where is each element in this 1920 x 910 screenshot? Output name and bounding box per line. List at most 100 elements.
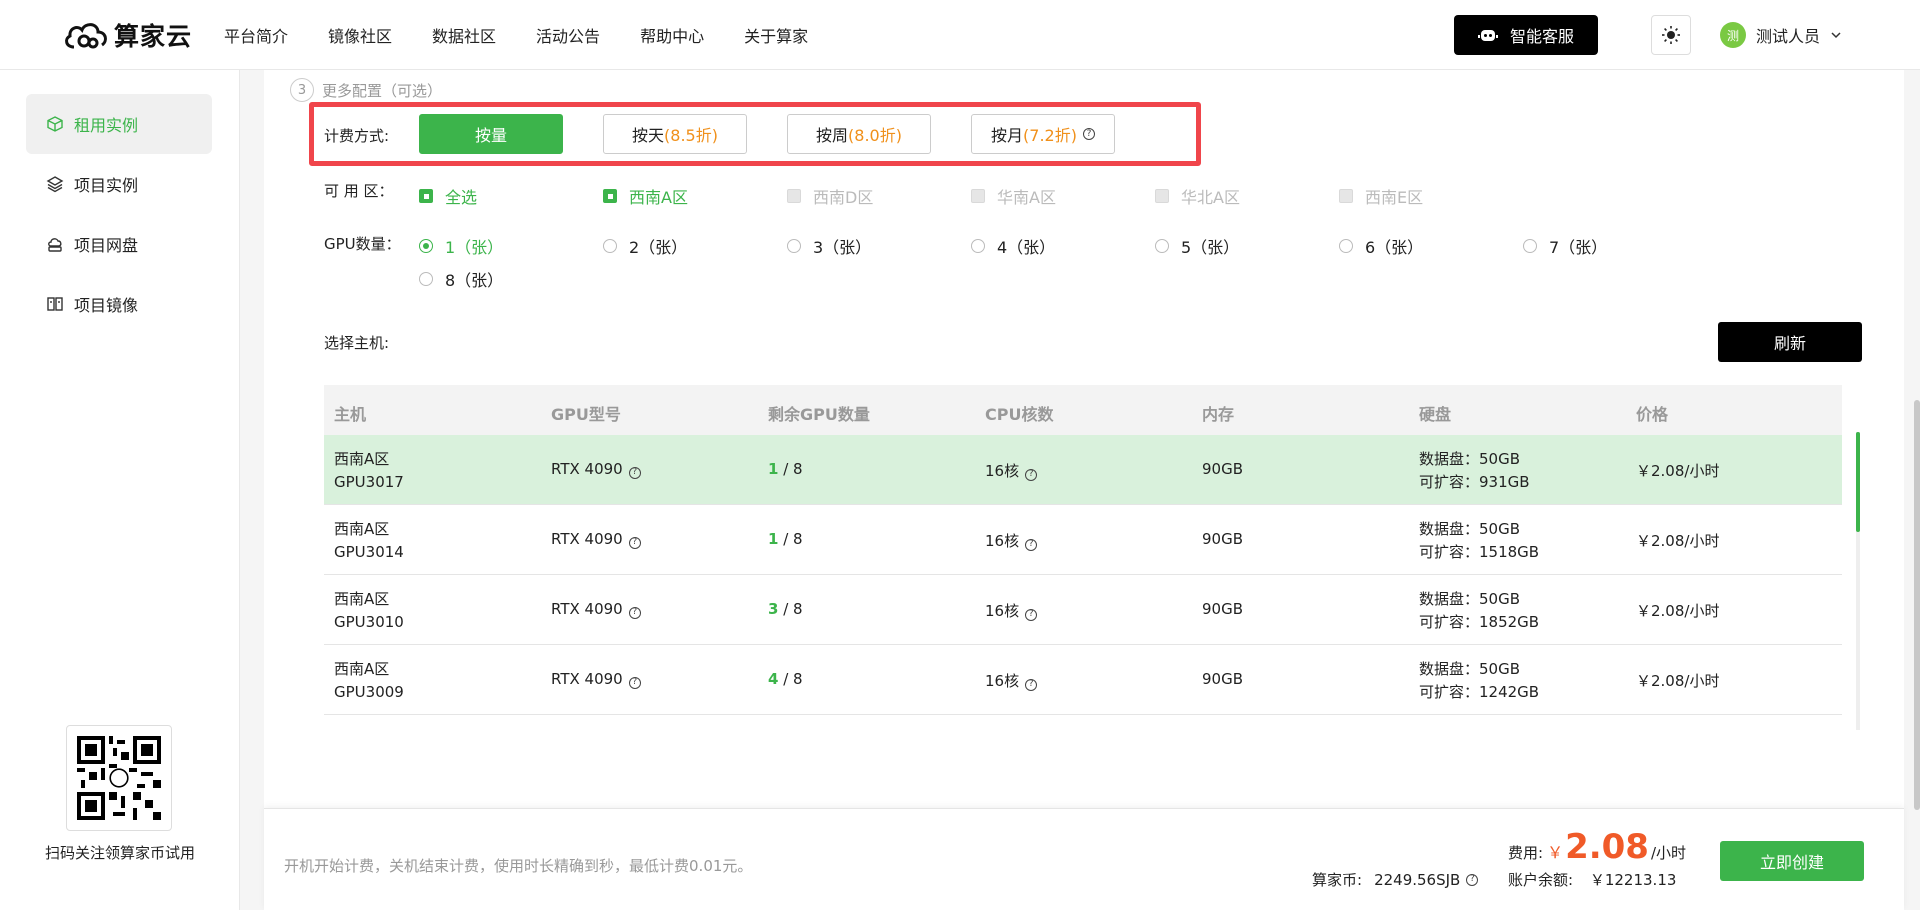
expandable-disk: 可扩容：931GB <box>1419 473 1530 491</box>
nav-platform-intro[interactable]: 平台简介 <box>224 23 288 47</box>
smart-service-label: 智能客服 <box>1509 27 1574 46</box>
host-cell: 西南A区 GPU3010 <box>334 588 404 634</box>
top-header: 算家云 平台简介 镜像社区 数据社区 活动公告 帮助中心 关于算家 智能客服 测… <box>0 0 1920 70</box>
host-cell: 西南A区 GPU3014 <box>334 518 404 564</box>
billing-option-usage[interactable]: 按量 <box>419 114 563 154</box>
chevron-down-icon <box>1831 32 1841 39</box>
gpu-count-2[interactable]: 2（张） <box>603 234 687 258</box>
table-row[interactable]: 西南A区 GPU3010 RTX 4090? 3 / 8 16核? 90GB 数据盘：50G… <box>324 575 1842 645</box>
nav-data-community[interactable]: 数据社区 <box>432 23 496 47</box>
gpu-count-3[interactable]: 3（张） <box>787 234 871 258</box>
step-number: 3 <box>290 78 314 102</box>
zone-southwest-d: 西南D区 <box>787 184 873 208</box>
billing-option-monthly[interactable]: 按月 (7.2折) ? <box>971 114 1115 154</box>
order-footer: 开机开始计费，关机结束计费，使用时长精确到秒，最低计费0.01元。 费用: ￥ … <box>264 808 1904 910</box>
billing-option-weekly[interactable]: 按周 (8.0折) <box>787 114 931 154</box>
zone-label-text: 华南A区 <box>997 188 1056 207</box>
zone-label: 可 用 区： <box>324 182 394 200</box>
host-zone: 西南A区 <box>334 520 390 538</box>
host-id: GPU3009 <box>334 683 404 701</box>
theme-toggle-button[interactable] <box>1651 15 1691 55</box>
table-row[interactable]: 西南A区 GPU3009 RTX 4090? 4 / 8 16核? 90GB 数据盘：50G… <box>324 645 1842 715</box>
gpu-count-text: 5（张） <box>1181 238 1240 257</box>
nav-image-community[interactable]: 镜像社区 <box>328 23 392 47</box>
qr-code-image <box>77 736 161 820</box>
billing-label: 计费方式: <box>324 127 390 145</box>
host-zone: 西南A区 <box>334 450 390 468</box>
price-cell: ￥2.08/小时 <box>1636 602 1720 620</box>
help-icon[interactable]: ? <box>1025 468 1038 481</box>
sidebar-item-project-drive[interactable]: 项目网盘 <box>26 214 212 274</box>
disk-cell: 数据盘：50GB可扩容：1282GB <box>1419 728 1539 730</box>
gpu-count-text: 1（张） <box>445 238 504 257</box>
host-cell: 西南A区GPU3019 <box>334 728 404 730</box>
table-row[interactable]: 西南A区 GPU3017 RTX 4090? 1 / 8 16核? 90GB 数据盘：50G… <box>324 435 1842 505</box>
price-cell: ￥2.08/小时 <box>1636 672 1720 690</box>
table-row[interactable]: 西南A区GPU3019RTX 4090?5 / 816核?90GB数据盘：50G… <box>324 715 1842 730</box>
expandable-disk: 可扩容：1852GB <box>1419 613 1540 631</box>
refresh-button[interactable]: 刷新 <box>1718 322 1862 362</box>
qr-code <box>66 725 172 831</box>
nav-announcements[interactable]: 活动公告 <box>536 23 600 47</box>
help-icon[interactable]: ? <box>1025 678 1038 691</box>
help-icon[interactable]: ? <box>628 536 641 549</box>
page-scrollbar-thumb[interactable] <box>1914 400 1920 810</box>
sidebar-item-project-instance[interactable]: 项目实例 <box>26 154 212 214</box>
free-gpu-count: 1 <box>768 530 779 548</box>
zone-southwest-e: 西南E区 <box>1339 184 1423 208</box>
free-gpu-cell: 1 / 8 <box>768 460 803 478</box>
checkbox-icon <box>419 189 433 203</box>
help-icon[interactable]: ? <box>1466 873 1479 886</box>
total-gpu-count: / 8 <box>778 460 803 478</box>
help-icon[interactable]: ? <box>1082 128 1095 140</box>
help-icon[interactable]: ? <box>628 606 641 619</box>
cpu-cell: 16核? <box>985 670 1038 691</box>
data-disk: 数据盘：50GB <box>1419 450 1521 468</box>
gpu-count-6[interactable]: 6（张） <box>1339 234 1423 258</box>
gpu-count-7[interactable]: 7（张） <box>1523 234 1607 258</box>
nav-help-center[interactable]: 帮助中心 <box>640 23 704 47</box>
gpu-count-8[interactable]: 8（张） <box>419 267 503 291</box>
help-icon[interactable]: ? <box>628 676 641 689</box>
zone-label-text: 西南A区 <box>629 188 688 207</box>
gpu-count-5[interactable]: 5（张） <box>1155 234 1239 258</box>
nav-about[interactable]: 关于算家 <box>744 23 808 47</box>
free-gpu-cell: 1 / 8 <box>768 530 803 548</box>
billing-option-daily[interactable]: 按天 (8.5折) <box>603 114 747 154</box>
table-row[interactable]: 西南A区 GPU3014 RTX 4090? 1 / 8 16核? 90GB 数据盘：50G… <box>324 505 1842 575</box>
checkbox-icon <box>1339 189 1353 203</box>
balance-label: 账户余额: <box>1508 871 1574 889</box>
memory-cell: 90GB <box>1202 460 1244 478</box>
host-id: GPU3017 <box>334 473 404 491</box>
step-title: 更多配置（可选） <box>322 81 443 100</box>
expandable-disk: 可扩容：1242GB <box>1419 683 1540 701</box>
fee-label: 费用: <box>1508 844 1544 862</box>
host-cell: 西南A区 GPU3009 <box>334 658 404 704</box>
radio-icon <box>971 239 985 253</box>
radio-icon <box>787 239 801 253</box>
table-scrollbar-thumb[interactable] <box>1856 432 1860 532</box>
checkbox-icon <box>971 189 985 203</box>
help-icon[interactable]: ? <box>1025 538 1038 551</box>
price-cell: ￥2.08/小时 <box>1636 532 1720 550</box>
total-gpu-count: / 8 <box>778 600 803 618</box>
layers-icon <box>46 176 64 193</box>
col-memory: 内存 <box>1202 405 1235 424</box>
logo[interactable]: 算家云 <box>62 12 192 58</box>
zone-select-all[interactable]: 全选 <box>419 184 477 208</box>
sidebar-item-rent-instance[interactable]: 租用实例 <box>26 94 212 154</box>
total-gpu-count: / 8 <box>778 670 803 688</box>
data-disk: 数据盘：50GB <box>1419 660 1521 678</box>
help-icon[interactable]: ? <box>1025 608 1038 621</box>
user-menu[interactable]: 测 测试人员 <box>1720 22 1842 48</box>
zone-label-text: 西南E区 <box>1365 188 1424 207</box>
create-now-button[interactable]: 立即创建 <box>1720 841 1864 881</box>
gpu-count-1[interactable]: 1（张） <box>419 234 503 258</box>
zone-southwest-a[interactable]: 西南A区 <box>603 184 688 208</box>
billing-discount: (7.2折) <box>1023 126 1077 145</box>
smart-service-button[interactable]: 智能客服 <box>1454 15 1598 55</box>
logo-cloud-icon <box>65 23 107 49</box>
gpu-count-4[interactable]: 4（张） <box>971 234 1055 258</box>
sidebar-item-project-image[interactable]: 项目镜像 <box>26 274 212 334</box>
help-icon[interactable]: ? <box>628 466 641 479</box>
